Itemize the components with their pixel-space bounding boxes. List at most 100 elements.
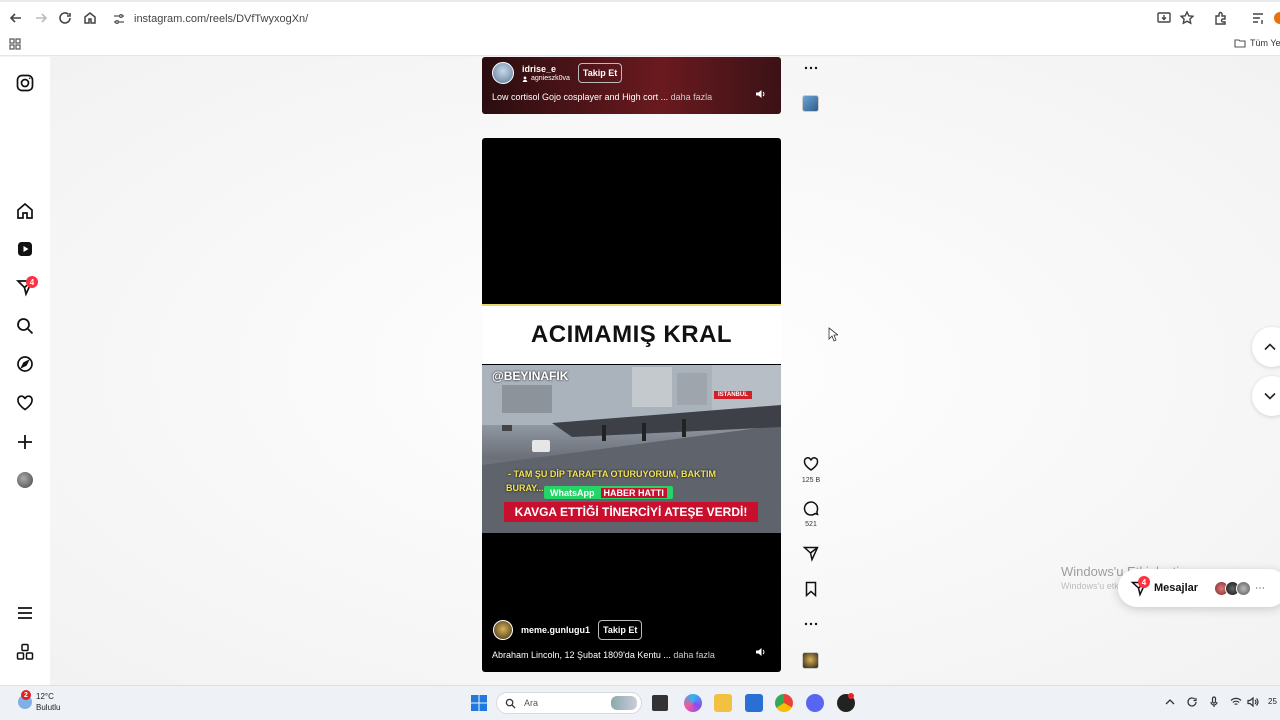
notification-dot <box>848 693 854 699</box>
more-options-icon[interactable] <box>802 59 820 77</box>
whatsapp-badge: WhatsApp HABER HATTI <box>544 486 673 499</box>
weather-temp: 12°C <box>36 692 54 701</box>
store-icon[interactable] <box>745 694 763 712</box>
video-subtitle-line1: - TAM ŞU DİP TARAFTA OTURUYORUM, BAKTIM <box>508 469 716 479</box>
caption-text: Abraham Lincoln, 12 Şubat 1809'da Kentu … <box>492 650 671 660</box>
chrome-icon[interactable] <box>775 694 793 712</box>
tray-chevron-icon[interactable] <box>1164 696 1176 708</box>
audio-icon[interactable] <box>755 646 767 658</box>
author-username[interactable]: idrise_e <box>522 64 570 74</box>
more-link[interactable]: daha fazla <box>671 92 713 102</box>
reel-card[interactable]: ACIMAMIŞ KRAL @BEYINAFIK İSTANBUL - TAM … <box>482 138 781 672</box>
reel-author-row: idrise_e agnieszk0va Takip Et <box>492 62 623 84</box>
weather-text: 12°C Bulutlu <box>36 691 60 713</box>
weather-badge: 2 <box>21 690 31 700</box>
bookmarks-bar: Tüm Yer <box>0 34 1280 56</box>
apps-icon[interactable] <box>15 642 35 662</box>
messages-label: Mesajlar <box>1154 582 1199 594</box>
install-app-icon[interactable] <box>1156 10 1172 26</box>
follow-button[interactable]: Takip Et <box>598 620 643 640</box>
chevron-up-icon <box>1264 343 1276 351</box>
reel-caption[interactable]: Low cortisol Gojo cosplayer and High cor… <box>492 92 712 102</box>
instagram-logo-icon[interactable] <box>15 73 35 93</box>
reel-video-frame[interactable]: ACIMAMIŞ KRAL @BEYINAFIK İSTANBUL - TAM … <box>482 304 781 533</box>
copilot-icon[interactable] <box>684 694 702 712</box>
windows-start-icon[interactable] <box>470 694 488 712</box>
profile-badge-icon[interactable] <box>1274 12 1280 24</box>
message-avatars <box>1214 580 1252 596</box>
reading-list-icon[interactable] <box>1250 10 1266 26</box>
breaking-news-banner: KAVGA ETTİĞİ TİNERCİYİ ATEŞE VERDİ! <box>504 502 758 522</box>
audio-thumbnail[interactable] <box>802 652 819 669</box>
apps-grid-icon[interactable] <box>9 38 21 50</box>
author-avatar[interactable] <box>493 620 513 640</box>
menu-icon[interactable] <box>15 603 35 623</box>
author-avatar[interactable] <box>492 62 514 84</box>
caption-text: Low cortisol Gojo cosplayer and High cor… <box>492 92 669 102</box>
video-scene: @BEYINAFIK İSTANBUL - TAM ŞU DİP TARAFTA… <box>482 365 781 533</box>
collab-person-icon <box>522 76 528 82</box>
weather-desc: Bulutlu <box>36 703 61 712</box>
task-view-icon[interactable] <box>652 695 668 711</box>
comment-icon[interactable] <box>802 500 820 518</box>
reel-author-row: meme.gunlugu1 Takip Et <box>493 620 643 640</box>
audio-icon[interactable] <box>755 88 767 100</box>
share-icon[interactable] <box>802 544 820 562</box>
more-dots-icon: ⋯ <box>1255 582 1266 594</box>
collab-username[interactable]: agnieszk0va <box>531 75 570 82</box>
whatsapp-label: WhatsApp <box>550 487 595 498</box>
heart-icon[interactable] <box>15 393 35 413</box>
messages-pill[interactable]: Mesajlar ⋯ <box>1118 569 1280 607</box>
reload-icon[interactable] <box>57 10 73 26</box>
more-options-icon[interactable] <box>802 615 820 633</box>
sync-icon[interactable] <box>1186 696 1198 708</box>
clock-text: 25 <box>1268 697 1277 706</box>
save-bookmark-icon[interactable] <box>802 580 820 598</box>
create-icon[interactable] <box>15 432 35 452</box>
author-username[interactable]: meme.gunlugu1 <box>521 625 590 635</box>
extensions-icon[interactable] <box>1213 10 1229 26</box>
site-info-icon[interactable] <box>112 12 126 26</box>
file-explorer-icon[interactable] <box>714 694 732 712</box>
messages-badge: 4 <box>1138 576 1150 588</box>
mouse-cursor-icon <box>828 327 838 342</box>
more-link[interactable]: daha fazla <box>673 650 715 660</box>
folder-label: Tüm Yer <box>1250 38 1280 48</box>
reel-card[interactable]: idrise_e agnieszk0va Takip Et Low cortis… <box>482 57 781 114</box>
instagram-sidebar: 4 <box>0 57 50 685</box>
reels-icon[interactable] <box>15 239 35 259</box>
chevron-down-icon <box>1264 392 1276 400</box>
messages-badge: 4 <box>26 276 38 288</box>
follow-button[interactable]: Takip Et <box>577 63 623 83</box>
search-highlight-icon <box>611 696 637 710</box>
home-browser-icon[interactable] <box>82 10 98 26</box>
video-title-text: ACIMAMIŞ KRAL <box>482 304 781 364</box>
back-icon[interactable] <box>8 10 24 26</box>
wifi-icon[interactable] <box>1230 696 1242 708</box>
search-icon[interactable] <box>15 316 35 336</box>
like-heart-icon[interactable] <box>802 455 820 473</box>
discord-icon[interactable] <box>806 694 824 712</box>
audio-thumbnail[interactable] <box>802 95 819 112</box>
volume-icon[interactable] <box>1247 696 1259 708</box>
explore-icon[interactable] <box>15 354 35 374</box>
video-subtitle-line2: BURAY... <box>506 483 544 493</box>
bookmark-star-icon[interactable] <box>1179 10 1195 26</box>
like-count: 125 B <box>801 477 821 484</box>
browser-toolbar: instagram.com/reels/DVfTwyxogXn/ <box>0 0 1280 34</box>
avatar <box>1236 580 1252 596</box>
taskbar-search[interactable]: Ara <box>496 692 642 714</box>
reel-actions: 125 B 521 <box>800 57 822 685</box>
search-icon <box>505 698 516 709</box>
reel-caption[interactable]: Abraham Lincoln, 12 Şubat 1809'da Kentu … <box>492 650 715 660</box>
all-bookmarks-folder[interactable]: Tüm Yer <box>1234 37 1280 49</box>
url-text: instagram.com/reels/DVfTwyxogXn/ <box>134 13 309 25</box>
home-icon[interactable] <box>15 201 35 221</box>
profile-avatar[interactable] <box>17 472 33 488</box>
address-bar[interactable]: instagram.com/reels/DVfTwyxogXn/ <box>106 7 1166 31</box>
forward-icon[interactable] <box>33 10 49 26</box>
microphone-icon[interactable] <box>1208 696 1220 708</box>
folder-icon <box>1234 39 1246 48</box>
whatsapp-suffix: HABER HATTI <box>600 487 667 498</box>
comment-count: 521 <box>805 521 817 528</box>
